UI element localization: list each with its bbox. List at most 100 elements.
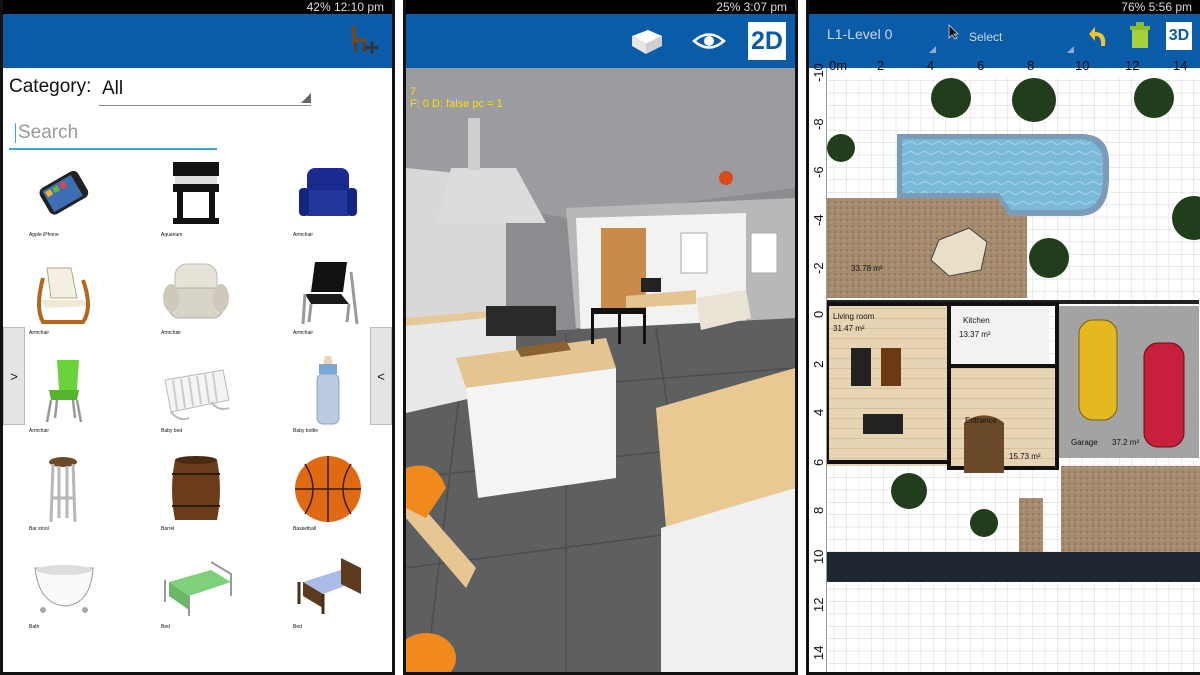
bottle-icon xyxy=(316,356,340,425)
furniture-item-baby-bottle[interactable]: Baby bottle xyxy=(273,352,383,452)
side-tab-right[interactable]: < xyxy=(370,327,392,425)
ruler-left: -10 -8 -6 -4 -2 0 2 4 6 8 10 12 14 xyxy=(809,63,827,672)
ruler-top: 0m 2 4 6 8 10 12 14 xyxy=(827,58,1200,78)
ruler-top-label: 12 xyxy=(1125,58,1140,73)
item-label: Armchair xyxy=(161,330,182,336)
furniture-item-chair[interactable]: Armchair xyxy=(9,352,119,452)
dropdown-arrow-icon xyxy=(929,46,936,53)
ruler-left-label: -8 xyxy=(811,118,826,130)
add-furniture-icon[interactable] xyxy=(346,22,380,58)
furniture-item-phone[interactable]: Apple iPhone xyxy=(9,156,119,256)
armchair-icon xyxy=(301,262,359,325)
catalog-phone: 42% 12:10 pm Category: All Search Apple … xyxy=(0,0,395,675)
item-label: Bed xyxy=(161,624,170,630)
debug-line-1: 7 xyxy=(410,86,417,98)
aquarium-icon xyxy=(173,162,219,224)
room-name-entrance: Entrance xyxy=(965,416,998,425)
undo-icon[interactable] xyxy=(1089,24,1111,50)
search-placeholder: Search xyxy=(18,122,79,143)
category-label: Category: xyxy=(9,76,92,97)
text-caret xyxy=(15,122,16,143)
3d-view[interactable]: 7 F: 0 D: false pc = 1 xyxy=(406,68,795,672)
eye-icon[interactable] xyxy=(690,22,728,60)
item-label: Bed xyxy=(293,624,302,630)
dropdown-arrow-icon xyxy=(1067,46,1074,53)
app-bar xyxy=(3,14,392,68)
ruler-left-label: 2 xyxy=(811,360,826,368)
item-label: Armchair xyxy=(293,232,314,238)
furniture-item-aquarium[interactable]: Aquarium xyxy=(141,156,251,256)
app-bar: 2D xyxy=(406,14,795,68)
ruler-left-label: 12 xyxy=(811,597,826,612)
furniture-item-baby-bed[interactable]: Baby bed xyxy=(141,352,251,452)
item-label: Basketball xyxy=(293,526,317,532)
room-area-living: 31.47 m² xyxy=(833,324,865,333)
item-label: Aquarium xyxy=(161,232,183,238)
furniture-item-armchair[interactable]: Armchair xyxy=(273,156,383,256)
ruler-left-label: 8 xyxy=(811,506,826,514)
armchair-icon xyxy=(163,263,229,319)
item-label: Baby bed xyxy=(161,428,183,434)
category-dropdown[interactable]: All xyxy=(99,78,311,106)
ruler-top-label: 6 xyxy=(977,58,985,73)
ruler-top-label: 14 xyxy=(1173,58,1188,73)
room-area-terrace: 33.78 m² xyxy=(851,264,883,273)
level-selector[interactable]: L1-Level 0 xyxy=(827,26,892,42)
furniture-item-barrel[interactable]: Barrel xyxy=(141,450,251,550)
search-input[interactable]: Search xyxy=(9,118,217,150)
item-label: Armchair xyxy=(29,330,50,336)
status-bar: 25% 3:07 pm xyxy=(406,0,795,14)
armchair-icon xyxy=(37,267,90,324)
room-area-kitchen: 13.37 m² xyxy=(959,330,991,339)
furniture-item-bed[interactable]: Bed xyxy=(273,548,383,648)
furniture-item-basketball[interactable]: Basketball xyxy=(273,450,383,550)
box-icon[interactable] xyxy=(628,22,666,60)
furniture-item-bar-stool[interactable]: Bar stool xyxy=(9,450,119,550)
catalog-screen: Category: All Search Apple iPhone Aquari… xyxy=(3,68,392,672)
ruler-left-label: 4 xyxy=(811,408,826,416)
furniture-item-armchair[interactable]: Armchair xyxy=(9,254,119,354)
floor-plan xyxy=(825,68,1200,672)
furniture-item-bed[interactable]: Bed xyxy=(141,548,251,648)
ruler-top-label: 4 xyxy=(927,58,935,73)
item-label: Armchair xyxy=(29,428,50,434)
item-label: Armchair xyxy=(293,330,314,336)
ruler-left-label: -2 xyxy=(811,262,826,274)
ruler-left-label: 10 xyxy=(811,549,826,564)
ruler-left-label: -10 xyxy=(811,63,826,82)
ruler-left-label: 6 xyxy=(811,458,826,466)
category-value: All xyxy=(102,78,124,99)
bed-icon xyxy=(297,558,361,614)
room-name-garage: Garage xyxy=(1071,438,1098,447)
crib-icon xyxy=(164,369,230,421)
status-bar: 42% 12:10 pm xyxy=(3,0,392,14)
room-name-kitchen: Kitchen xyxy=(963,316,990,325)
view-3d-button[interactable]: 3D xyxy=(1166,22,1192,50)
stool-icon xyxy=(49,457,77,523)
pointer-icon xyxy=(948,24,959,40)
barrel-icon xyxy=(172,456,220,520)
ruler-top-label: 10 xyxy=(1075,58,1090,73)
armchair-icon xyxy=(299,168,357,216)
item-label: Bath xyxy=(29,624,40,630)
view3d-phone: 25% 3:07 pm 2D 7 F: 0 D: false pc = 1 xyxy=(403,0,798,675)
item-label: Apple iPhone xyxy=(29,232,59,238)
ruler-top-label: 0m xyxy=(829,58,848,73)
ruler-top-label: 2 xyxy=(877,58,885,73)
dropdown-arrow-icon xyxy=(301,93,311,103)
plan-view[interactable]: 0m 2 4 6 8 10 12 14 -10 -8 -6 -4 -2 0 2 … xyxy=(809,58,1200,672)
trash-icon[interactable] xyxy=(1127,22,1153,52)
furniture-item-armchair[interactable]: Armchair xyxy=(141,254,251,354)
item-label: Barrel xyxy=(161,526,175,532)
debug-line-2: F: 0 D: false pc = 1 xyxy=(410,98,503,110)
room-area-garage: 37.2 m² xyxy=(1112,438,1140,447)
furniture-item-bath[interactable]: Bath xyxy=(9,548,119,648)
select-mode[interactable]: Select xyxy=(969,30,1002,44)
furniture-item-armchair[interactable]: Armchair xyxy=(273,254,383,354)
view-2d-button[interactable]: 2D xyxy=(748,22,786,60)
ruler-left-label: 14 xyxy=(811,645,826,660)
side-tab-left[interactable]: > xyxy=(3,327,25,425)
room-area-entrance: 15.73 m² xyxy=(1009,452,1041,461)
status-bar: 76% 5:56 pm xyxy=(809,0,1200,14)
app-bar: L1-Level 0 Select 3D xyxy=(809,14,1200,68)
